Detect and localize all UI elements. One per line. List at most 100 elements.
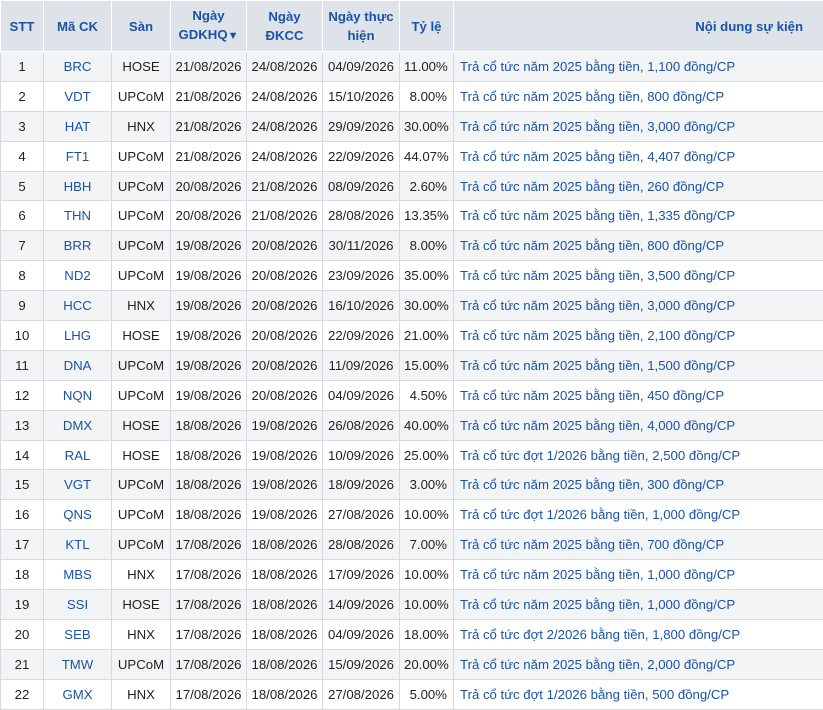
cell-ngay-thuc-hien: 11/09/2026: [322, 349, 400, 381]
table-row: 17 KTL UPCoM 17/08/2026 18/08/2026 28/08/2026…: [0, 529, 823, 561]
cell-ngay-thuc-hien: 14/09/2026: [322, 589, 400, 620]
dkcc-label-line1: Ngày: [268, 9, 301, 24]
cell-ngay-thuc-hien: 08/09/2026: [322, 170, 400, 202]
cell-ngay-dkcc: 19/08/2026: [246, 409, 323, 441]
cell-ty-le: 5.00%: [399, 678, 454, 710]
cell-event-link[interactable]: Trả cổ tức đợt 1/2026 bằng tiền, 1,000 đ…: [453, 499, 823, 531]
table-row: 8 ND2 UPCoM 19/08/2026 20/08/2026 23/09/2026 3…: [0, 260, 823, 292]
cell-ticker-link[interactable]: LHG: [43, 320, 112, 351]
cell-exchange: UPCoM: [111, 80, 171, 112]
cell-ticker-link[interactable]: DMX: [43, 409, 112, 441]
cell-ngay-dkcc: 18/08/2026: [246, 618, 323, 650]
cell-ticker-link[interactable]: HCC: [43, 290, 112, 322]
cell-stt: 7: [0, 230, 44, 262]
cell-ty-le: 10.00%: [399, 499, 454, 531]
cell-exchange: UPCoM: [111, 529, 171, 561]
cell-ticker-link[interactable]: TMW: [43, 648, 112, 680]
cell-event-link[interactable]: Trả cổ tức đợt 1/2026 bằng tiền, 2,500 đ…: [453, 439, 823, 471]
cell-exchange: UPCoM: [111, 379, 171, 411]
col-header-gdkhq[interactable]: Ngày GDKHQ▼: [170, 0, 247, 52]
cell-exchange: UPCoM: [111, 230, 171, 262]
cell-event-link[interactable]: Trả cổ tức năm 2025 bằng tiền, 1,000 đồn…: [453, 589, 823, 620]
table-row: 21 TMW UPCoM 17/08/2026 18/08/2026 15/09/2026…: [0, 648, 823, 680]
cell-ticker-link[interactable]: RAL: [43, 439, 112, 471]
cell-stt: 15: [0, 469, 44, 501]
cell-ngay-gdkhq: 18/08/2026: [170, 469, 247, 501]
cell-ticker-link[interactable]: DNA: [43, 349, 112, 381]
cell-ty-le: 3.00%: [399, 469, 454, 501]
sort-desc-icon[interactable]: ▼: [228, 30, 239, 42]
cell-ticker-link[interactable]: THN: [43, 200, 112, 232]
cell-stt: 22: [0, 678, 44, 710]
col-header-ngay-thuc-hien[interactable]: Ngày thực hiện: [322, 0, 400, 52]
cell-ticker-link[interactable]: SSI: [43, 589, 112, 620]
cell-ngay-dkcc: 18/08/2026: [246, 648, 323, 680]
cell-ngay-dkcc: 18/08/2026: [246, 678, 323, 710]
cell-ngay-dkcc: 24/08/2026: [246, 80, 323, 112]
cell-ticker-link[interactable]: QNS: [43, 499, 112, 531]
cell-ticker-link[interactable]: SEB: [43, 618, 112, 650]
table-row: 22 GMX HNX 17/08/2026 18/08/2026 27/08/2026 5.…: [0, 678, 823, 710]
table-row: 1 BRC HOSE 21/08/2026 24/08/2026 04/09/2026 11…: [0, 51, 823, 82]
cell-event-link[interactable]: Trả cổ tức đợt 1/2026 bằng tiền, 500 đồn…: [453, 678, 823, 710]
cell-ticker-link[interactable]: KTL: [43, 529, 112, 561]
cell-exchange: HNX: [111, 678, 171, 710]
cell-event-link[interactable]: Trả cổ tức năm 2025 bằng tiền, 700 đồng/…: [453, 529, 823, 561]
cell-event-link[interactable]: Trả cổ tức năm 2025 bằng tiền, 800 đồng/…: [453, 80, 823, 112]
cell-ngay-gdkhq: 17/08/2026: [170, 559, 247, 591]
cell-event-link[interactable]: Trả cổ tức năm 2025 bằng tiền, 4,000 đồn…: [453, 409, 823, 441]
cell-event-link[interactable]: Trả cổ tức năm 2025 bằng tiền, 3,000 đồn…: [453, 110, 823, 142]
cell-ngay-dkcc: 20/08/2026: [246, 230, 323, 262]
cell-ty-le: 2.60%: [399, 170, 454, 202]
cell-ticker-link[interactable]: NQN: [43, 379, 112, 411]
cell-exchange: HNX: [111, 290, 171, 322]
table-row: 13 DMX HOSE 18/08/2026 19/08/2026 26/08/2026 4…: [0, 409, 823, 441]
cell-event-link[interactable]: Trả cổ tức năm 2025 bằng tiền, 1,335 đồn…: [453, 200, 823, 232]
cell-ticker-link[interactable]: ND2: [43, 260, 112, 292]
cell-event-link[interactable]: Trả cổ tức đợt 2/2026 bằng tiền, 1,800 đ…: [453, 618, 823, 650]
cell-event-link[interactable]: Trả cổ tức năm 2025 bằng tiền, 1,100 đồn…: [453, 51, 823, 82]
cell-ngay-gdkhq: 19/08/2026: [170, 379, 247, 411]
cell-ngay-gdkhq: 19/08/2026: [170, 260, 247, 292]
cell-event-link[interactable]: Trả cổ tức năm 2025 bằng tiền, 3,000 đồn…: [453, 290, 823, 322]
cell-ticker-link[interactable]: VGT: [43, 469, 112, 501]
cell-ngay-thuc-hien: 27/08/2026: [322, 499, 400, 531]
dkcc-label-line2: ĐKCC: [265, 28, 304, 43]
cell-ticker-link[interactable]: VDT: [43, 80, 112, 112]
cell-ticker-link[interactable]: BRC: [43, 51, 112, 82]
cell-ngay-gdkhq: 17/08/2026: [170, 618, 247, 650]
cell-event-link[interactable]: Trả cổ tức năm 2025 bằng tiền, 300 đồng/…: [453, 469, 823, 501]
cell-ticker-link[interactable]: BRR: [43, 230, 112, 262]
cell-ngay-gdkhq: 17/08/2026: [170, 678, 247, 710]
cell-event-link[interactable]: Trả cổ tức năm 2025 bằng tiền, 2,100 đồn…: [453, 320, 823, 351]
cell-ngay-dkcc: 19/08/2026: [246, 439, 323, 471]
cell-ngay-gdkhq: 19/08/2026: [170, 349, 247, 381]
table-header: STT Mã CK Sàn Ngày GDKHQ▼ Ngày ĐKCC Ngày…: [0, 0, 823, 52]
cell-stt: 14: [0, 439, 44, 471]
cell-exchange: UPCoM: [111, 140, 171, 172]
cell-ticker-link[interactable]: HAT: [43, 110, 112, 142]
cell-ngay-gdkhq: 18/08/2026: [170, 439, 247, 471]
cell-event-link[interactable]: Trả cổ tức năm 2025 bằng tiền, 800 đồng/…: [453, 230, 823, 262]
cell-event-link[interactable]: Trả cổ tức năm 2025 bằng tiền, 2,000 đồn…: [453, 648, 823, 680]
cell-event-link[interactable]: Trả cổ tức năm 2025 bằng tiền, 3,500 đồn…: [453, 260, 823, 292]
cell-ticker-link[interactable]: MBS: [43, 559, 112, 591]
cell-event-link[interactable]: Trả cổ tức năm 2025 bằng tiền, 4,407 đồn…: [453, 140, 823, 172]
cell-ticker-link[interactable]: HBH: [43, 170, 112, 202]
cell-exchange: UPCoM: [111, 200, 171, 232]
cell-event-link[interactable]: Trả cổ tức năm 2025 bằng tiền, 1,000 đồn…: [453, 559, 823, 591]
cell-event-link[interactable]: Trả cổ tức năm 2025 bằng tiền, 450 đồng/…: [453, 379, 823, 411]
cell-ngay-thuc-hien: 15/09/2026: [322, 648, 400, 680]
cell-ngay-dkcc: 24/08/2026: [246, 51, 323, 82]
cell-event-link[interactable]: Trả cổ tức năm 2025 bằng tiền, 1,500 đồn…: [453, 349, 823, 381]
cell-ngay-dkcc: 18/08/2026: [246, 559, 323, 591]
cell-ticker-link[interactable]: GMX: [43, 678, 112, 710]
cell-ty-le: 44.07%: [399, 140, 454, 172]
col-header-dkcc[interactable]: Ngày ĐKCC: [246, 0, 323, 52]
cell-ngay-dkcc: 24/08/2026: [246, 140, 323, 172]
cell-ticker-link[interactable]: FT1: [43, 140, 112, 172]
cell-event-link[interactable]: Trả cổ tức năm 2025 bằng tiền, 260 đồng/…: [453, 170, 823, 202]
table-row: 18 MBS HNX 17/08/2026 18/08/2026 17/09/2026 10…: [0, 559, 823, 591]
cell-ngay-gdkhq: 18/08/2026: [170, 499, 247, 531]
cell-ngay-gdkhq: 17/08/2026: [170, 648, 247, 680]
